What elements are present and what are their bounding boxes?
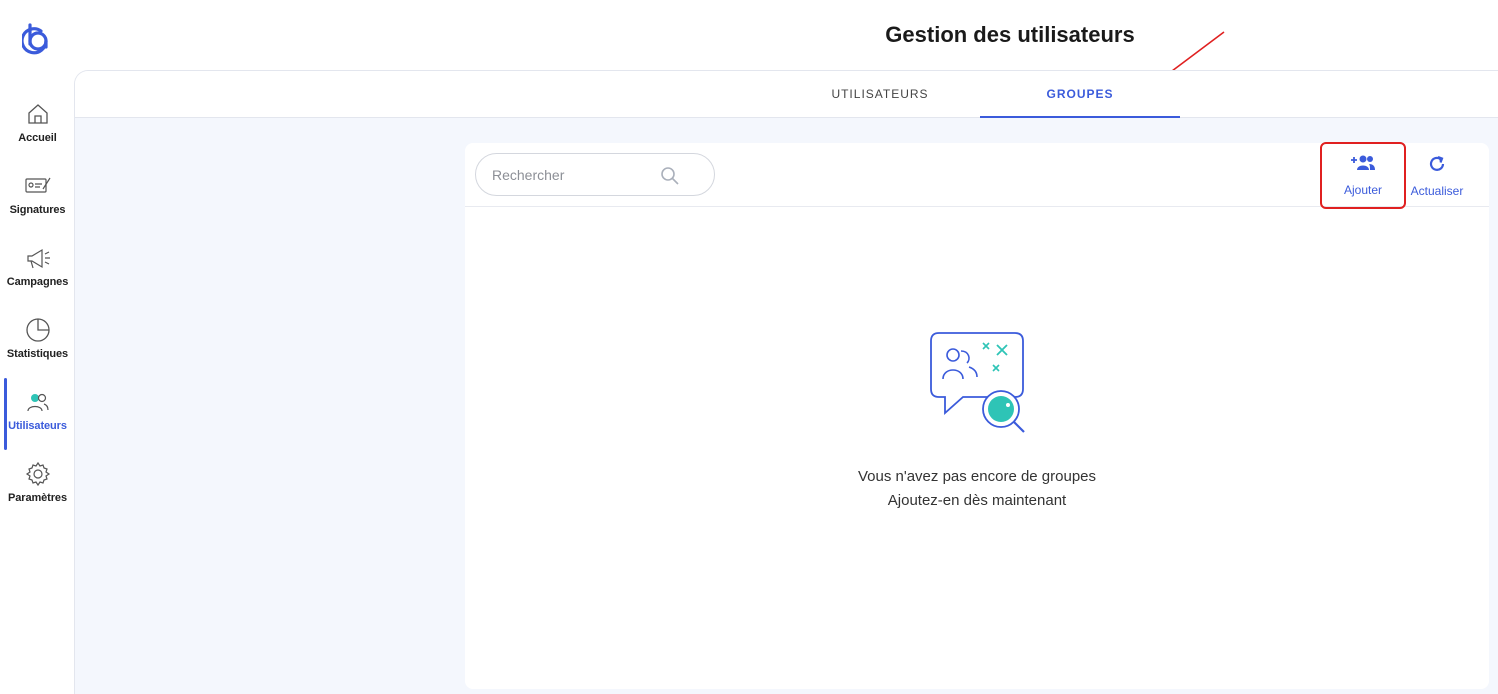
search-icon[interactable] [660,166,680,191]
content-area: UTILISATEURS GROUPES Rechercher Ajouter … [74,70,1498,694]
sidebar-item-label: Accueil [18,132,57,144]
home-icon [24,100,52,128]
users-icon [24,388,52,416]
pie-chart-icon [24,316,52,344]
sidebar-item-label: Paramètres [8,492,67,504]
sidebar-item-label: Statistiques [6,348,69,360]
signature-icon [24,172,52,200]
empty-state-line2: Ajoutez-en dès maintenant [887,492,1067,509]
sidebar-item-label: Campagnes [6,276,69,288]
empty-groups-illustration-icon [925,329,1029,438]
empty-state-line1: Vous n'avez pas encore de groupes [857,468,1097,485]
sidebar-item-label: Signatures [9,204,66,216]
app-window: Accueil Signatures Campagnes Statistique… [0,0,1498,694]
tab-utilisateurs[interactable]: UTILISATEURS [780,71,980,118]
tabs-bar: UTILISATEURS GROUPES [75,71,1498,118]
add-group-button[interactable]: Ajouter [1320,142,1406,209]
refresh-button-label: Actualiser [1410,183,1464,198]
tab-groupes[interactable]: GROUPES [980,71,1180,118]
sidebar-item-parametres[interactable]: Paramètres [0,460,75,524]
sidebar-item-utilisateurs[interactable]: Utilisateurs [0,388,75,452]
megaphone-icon [24,244,52,272]
sidebar-item-campagnes[interactable]: Campagnes [0,244,75,308]
sidebar: Accueil Signatures Campagnes Statistique… [0,0,75,694]
card-toolbar: Ajouter Actualiser [465,142,1489,209]
groups-card: Ajouter Actualiser [465,142,1489,689]
refresh-button[interactable]: Actualiser [1405,143,1469,209]
add-users-icon [1350,154,1376,177]
search-input[interactable] [492,164,662,186]
refresh-icon [1428,155,1446,178]
gear-icon [24,460,52,488]
add-button-label: Ajouter [1343,183,1383,197]
sidebar-item-statistiques[interactable]: Statistiques [0,316,75,380]
search-box[interactable] [475,153,715,196]
empty-state-message: Vous n'avez pas encore de groupes Ajoute… [777,465,1177,513]
sidebar-item-signatures[interactable]: Signatures [0,172,75,236]
brand-logo-icon[interactable] [20,22,54,56]
sidebar-item-accueil[interactable]: Accueil [0,100,75,164]
sidebar-item-label: Utilisateurs [8,420,67,432]
